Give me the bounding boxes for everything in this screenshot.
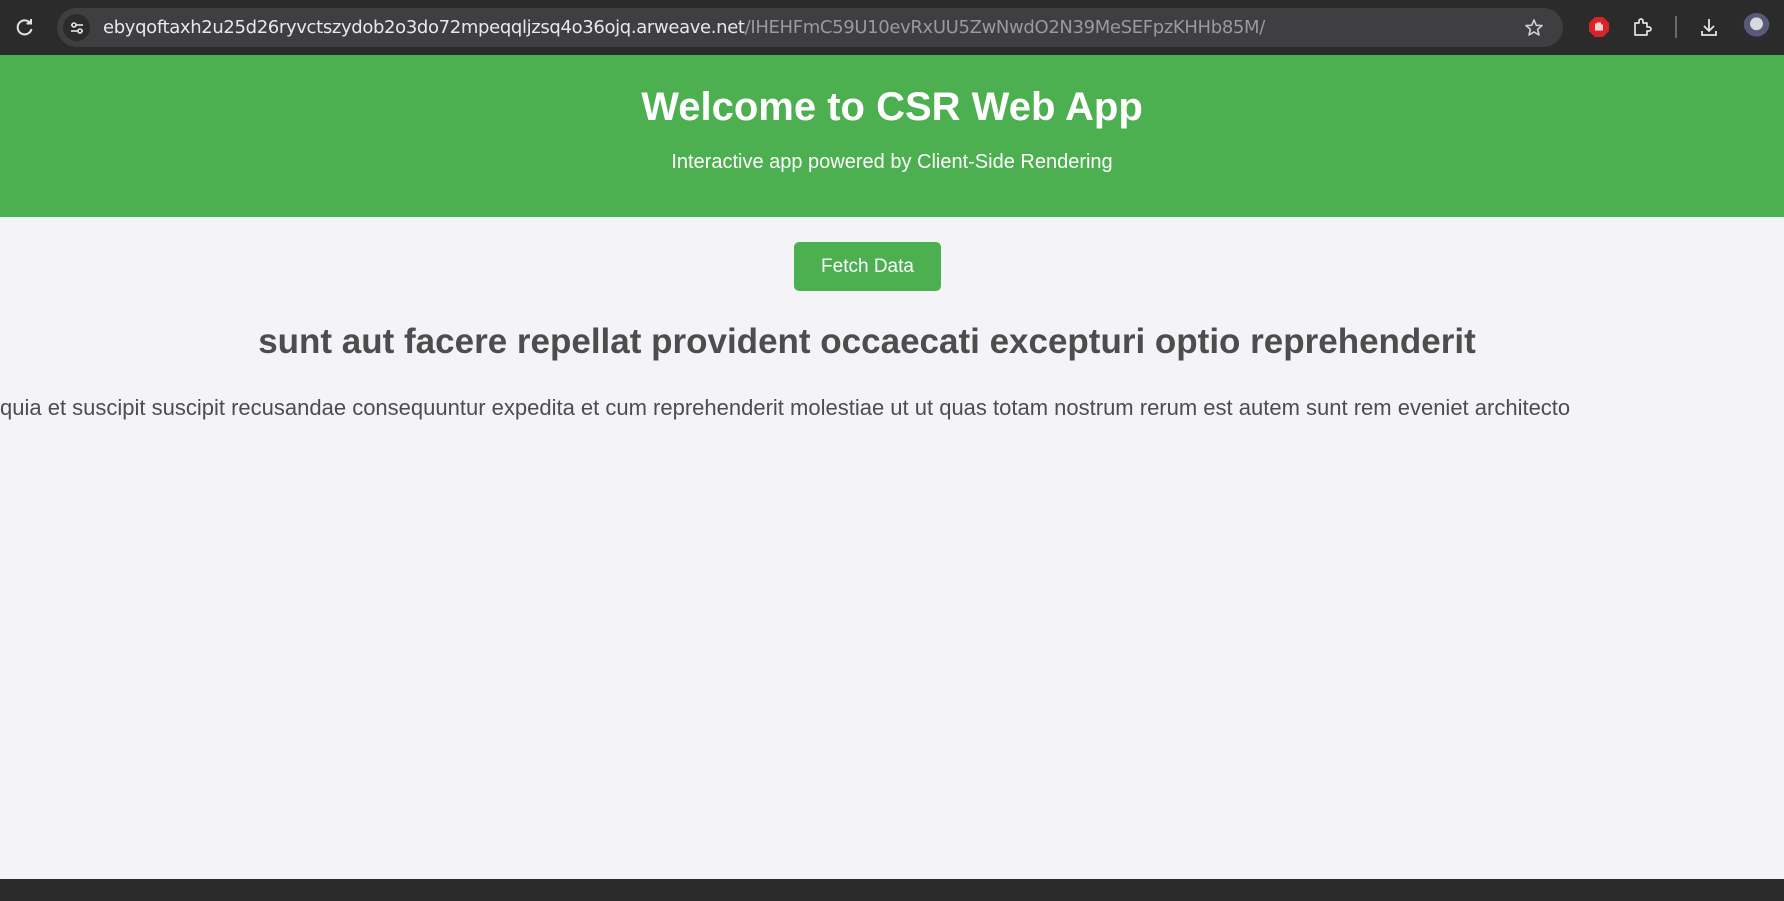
- page-header: Welcome to CSR Web App Interactive app p…: [0, 55, 1784, 217]
- fetch-data-button[interactable]: Fetch Data: [794, 242, 941, 291]
- taskbar-strip: [0, 879, 1784, 901]
- extensions-puzzle-icon[interactable]: [1629, 14, 1655, 40]
- profile-avatar[interactable]: [1743, 13, 1770, 40]
- bookmark-star-icon[interactable]: [1523, 17, 1545, 39]
- toolbar-separator: [1675, 16, 1677, 38]
- url-text[interactable]: ebyqoftaxh2u25d26ryvctszydob2o3do72mpeqq…: [103, 8, 1265, 47]
- site-info-icon[interactable]: [63, 14, 90, 41]
- post-body: quia et suscipit suscipit recusandae con…: [0, 395, 1571, 420]
- post-title: sunt aut facere repellat provident occae…: [258, 322, 1476, 361]
- reload-icon[interactable]: [12, 14, 38, 40]
- extension-stop-icon[interactable]: [1586, 14, 1612, 40]
- page-subtitle: Interactive app powered by Client-Side R…: [671, 151, 1113, 173]
- download-icon[interactable]: [1696, 14, 1722, 40]
- page-title: Welcome to CSR Web App: [641, 85, 1143, 129]
- url-host: ebyqoftaxh2u25d26ryvctszydob2o3do72mpeqq…: [103, 17, 745, 38]
- browser-toolbar: ebyqoftaxh2u25d26ryvctszydob2o3do72mpeqq…: [0, 0, 1784, 55]
- address-bar[interactable]: ebyqoftaxh2u25d26ryvctszydob2o3do72mpeqq…: [57, 8, 1563, 47]
- url-path: /IHEHFmC59U10evRxUU5ZwNwdO2N39MeSEFpzKHH…: [744, 17, 1266, 38]
